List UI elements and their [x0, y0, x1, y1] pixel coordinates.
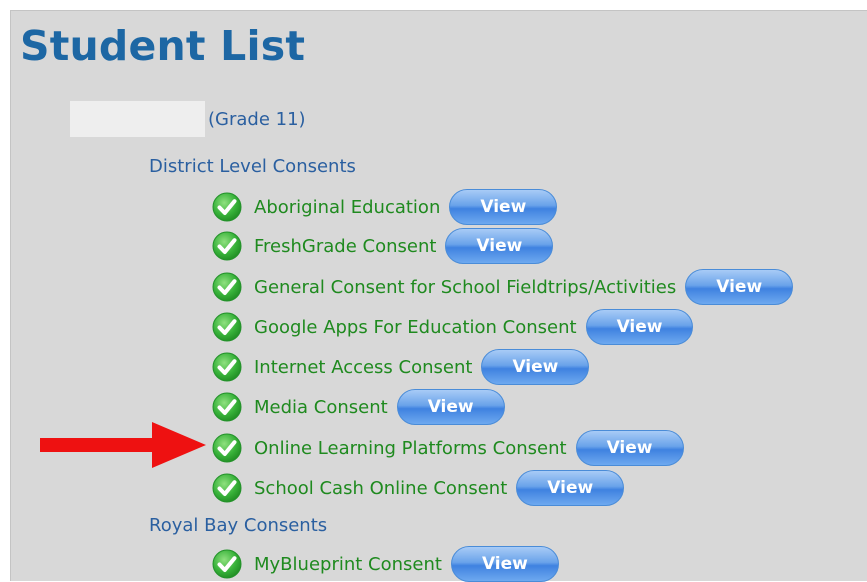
view-google-apps-consent-button[interactable]: View — [585, 309, 694, 345]
green-check-circle-icon — [212, 312, 242, 342]
consent-row-general-fieldtrips: General Consent for School Fieldtrips/Ac… — [212, 269, 794, 305]
view-aboriginal-education-button[interactable]: View — [449, 189, 558, 225]
consent-label: Media Consent — [254, 396, 388, 418]
consent-label: School Cash Online Consent — [254, 477, 508, 499]
consent-row-online-learning-platforms: Online Learning Platforms Consent View — [212, 430, 684, 466]
view-general-consent-button[interactable]: View — [685, 269, 794, 305]
view-freshgrade-consent-button[interactable]: View — [445, 228, 554, 264]
consent-label: FreshGrade Consent — [254, 235, 437, 257]
red-arrow-icon — [40, 422, 206, 468]
student-row: (Grade 11) — [70, 101, 306, 137]
green-check-circle-icon — [212, 473, 242, 503]
green-check-circle-icon — [212, 192, 242, 222]
consent-row-school-cash-online: School Cash Online Consent View — [212, 470, 625, 506]
green-check-circle-icon — [212, 433, 242, 463]
green-check-circle-icon — [212, 392, 242, 422]
student-grade: (Grade 11) — [208, 108, 306, 130]
green-check-circle-icon — [212, 352, 242, 382]
view-media-consent-button[interactable]: View — [396, 389, 505, 425]
page-title: Student List — [20, 22, 306, 70]
consent-label: General Consent for School Fieldtrips/Ac… — [254, 276, 677, 298]
group-heading-district: District Level Consents — [149, 156, 356, 177]
green-check-circle-icon — [212, 549, 242, 579]
consent-label: Aboriginal Education — [254, 196, 441, 218]
consent-row-google-apps: Google Apps For Education Consent View — [212, 309, 694, 345]
consent-row-myblueprint: MyBlueprint Consent View — [212, 546, 559, 582]
consent-row-aboriginal-education: Aboriginal Education View — [212, 189, 558, 225]
view-online-learning-platforms-consent-button[interactable]: View — [575, 430, 684, 466]
group-heading-royal-bay: Royal Bay Consents — [149, 515, 328, 536]
consent-row-internet-access: Internet Access Consent View — [212, 349, 590, 385]
green-check-circle-icon — [212, 231, 242, 261]
view-internet-access-consent-button[interactable]: View — [481, 349, 590, 385]
consent-row-freshgrade: FreshGrade Consent View — [212, 228, 554, 264]
student-name-redacted — [70, 101, 205, 137]
view-myblueprint-consent-button[interactable]: View — [450, 546, 559, 582]
consent-label: Internet Access Consent — [254, 356, 473, 378]
green-check-circle-icon — [212, 272, 242, 302]
consent-label: Google Apps For Education Consent — [254, 316, 577, 338]
consent-row-media: Media Consent View — [212, 389, 505, 425]
consent-label: MyBlueprint Consent — [254, 553, 442, 575]
consent-label: Online Learning Platforms Consent — [254, 437, 567, 459]
view-school-cash-online-consent-button[interactable]: View — [516, 470, 625, 506]
